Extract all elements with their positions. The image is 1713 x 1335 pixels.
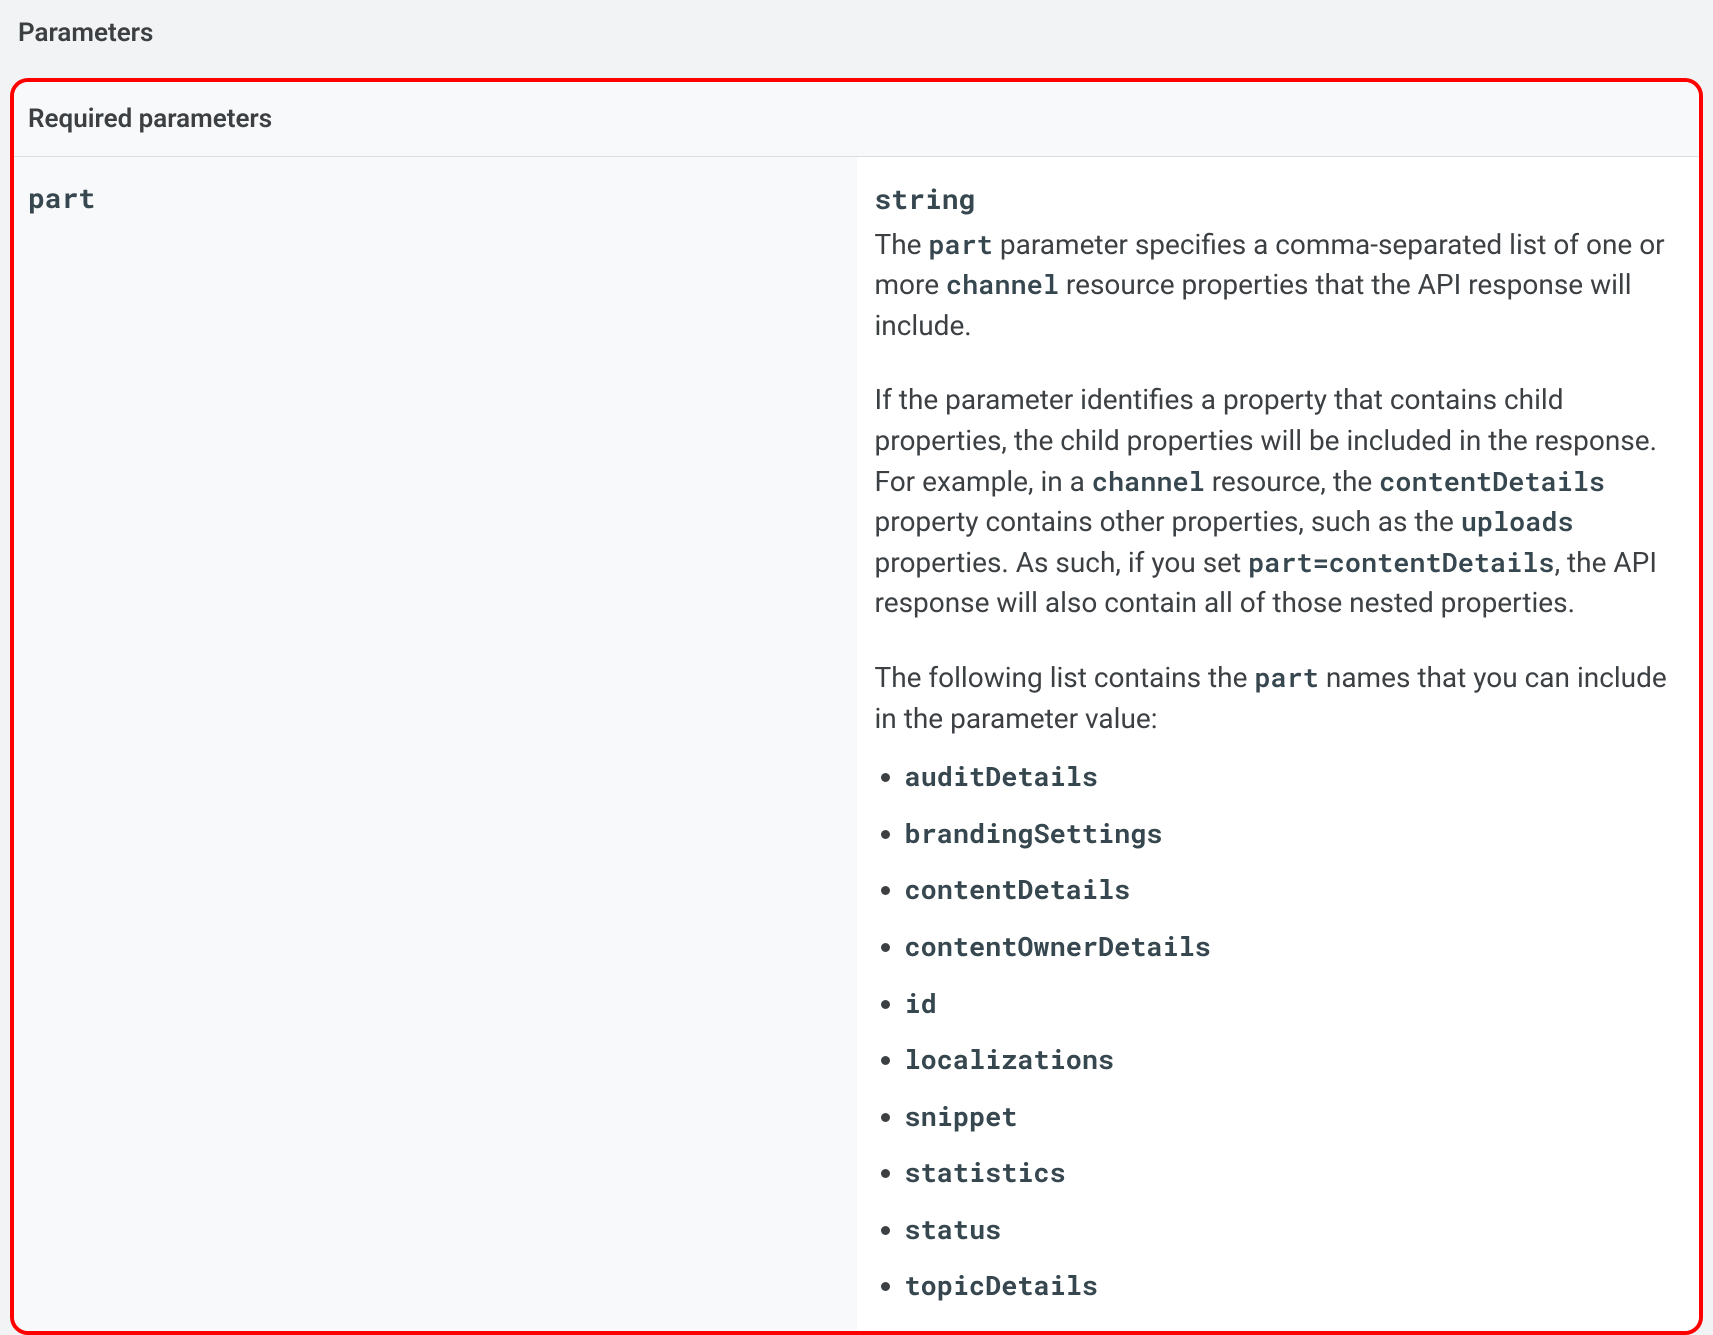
part-name-code: auditDetails — [905, 759, 1099, 794]
part-name-code: brandingSettings — [905, 816, 1163, 851]
parameters-table: Required parameters part string The part… — [14, 82, 1699, 1331]
code-channel: channel — [946, 267, 1059, 302]
list-item: topicDetails — [905, 1258, 1682, 1315]
highlighted-section: Required parameters part string The part… — [10, 78, 1703, 1335]
param-name-cell: part — [14, 157, 857, 1332]
text: resource, the — [1205, 465, 1379, 498]
param-desc-p1: The part parameter specifies a comma-sep… — [875, 225, 1682, 347]
param-description-cell: string The part parameter specifies a co… — [857, 157, 1700, 1332]
part-name-code: status — [905, 1212, 1002, 1247]
list-item: contentOwnerDetails — [905, 919, 1682, 976]
param-type-code: string — [875, 180, 976, 217]
part-name-code: statistics — [905, 1155, 1066, 1190]
part-name-code: id — [905, 986, 937, 1021]
param-desc-p2: If the parameter identifies a property t… — [875, 380, 1682, 624]
part-name-code: contentDetails — [905, 872, 1131, 907]
required-parameters-header: Required parameters — [14, 82, 1699, 157]
param-name: part — [28, 179, 95, 216]
part-name-code: topicDetails — [905, 1268, 1099, 1303]
text: The — [875, 228, 929, 261]
code-part-eq: part=contentDetails — [1248, 545, 1554, 580]
list-item: status — [905, 1202, 1682, 1259]
list-item: contentDetails — [905, 862, 1682, 919]
code-part: part — [928, 227, 993, 262]
list-item: id — [905, 976, 1682, 1033]
code-channel: channel — [1092, 464, 1205, 499]
list-item: brandingSettings — [905, 806, 1682, 863]
list-item: auditDetails — [905, 749, 1682, 806]
part-names-list: auditDetails brandingSettings contentDet… — [875, 749, 1682, 1315]
table-row: part string The part parameter specifies… — [14, 157, 1699, 1332]
part-name-code: contentOwnerDetails — [905, 929, 1211, 964]
parameters-header: Parameters — [0, 0, 1713, 78]
part-name-code: snippet — [905, 1099, 1018, 1134]
code-part: part — [1254, 660, 1319, 695]
code-contentdetails: contentDetails — [1379, 464, 1605, 499]
text: property contains other properties, such… — [875, 505, 1461, 538]
page: Parameters Required parameters part stri… — [0, 0, 1713, 1335]
list-item: snippet — [905, 1089, 1682, 1146]
list-item: statistics — [905, 1145, 1682, 1202]
part-name-code: localizations — [905, 1042, 1115, 1077]
param-desc-p3: The following list contains the part nam… — [875, 658, 1682, 739]
text: properties. As such, if you set — [875, 546, 1249, 579]
text: The following list contains the — [875, 661, 1255, 694]
code-uploads: uploads — [1461, 504, 1574, 539]
list-item: localizations — [905, 1032, 1682, 1089]
param-type: string — [875, 179, 1682, 221]
